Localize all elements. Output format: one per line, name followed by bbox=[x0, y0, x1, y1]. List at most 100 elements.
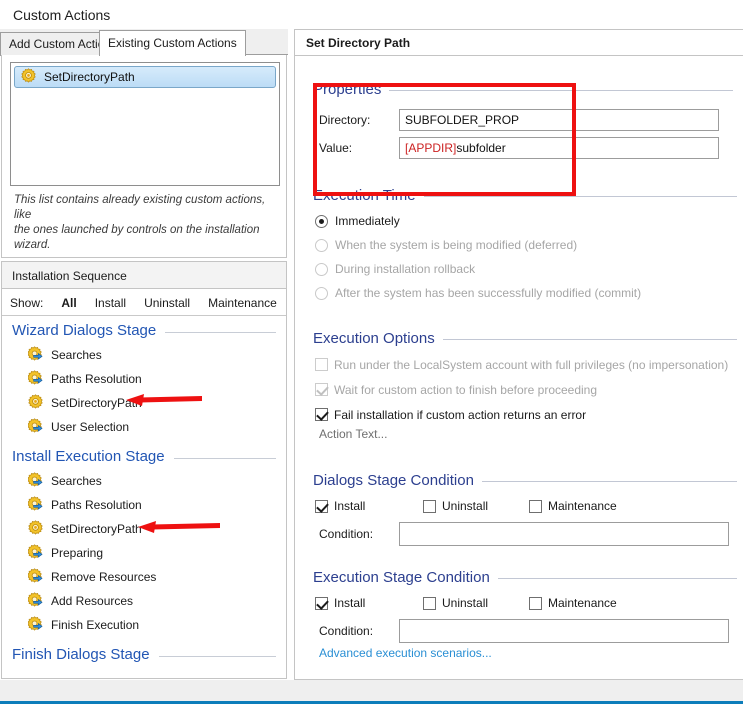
sequence-item-label: Paths Resolution bbox=[51, 498, 142, 512]
execution-condition-row: Condition: bbox=[295, 616, 743, 646]
gear-arrow-icon bbox=[27, 592, 43, 610]
left-panel: Add Custom Action Existing Custom Action… bbox=[0, 29, 288, 680]
checkbox-icon bbox=[315, 383, 328, 396]
sequence-item-label: Remove Resources bbox=[51, 570, 157, 584]
sequence-item-paths-resolution-exec[interactable]: Paths Resolution bbox=[2, 493, 286, 517]
sequence-item-remove-resources[interactable]: Remove Resources bbox=[2, 565, 286, 589]
group-header-properties: Properties bbox=[313, 78, 733, 100]
gear-arrow-icon bbox=[27, 370, 43, 388]
sequence-item-label: User Selection bbox=[51, 420, 130, 434]
dialogs-checkbox-uninstall[interactable]: Uninstall bbox=[423, 499, 529, 513]
sequence-item-label: Searches bbox=[51, 348, 102, 362]
radio-icon bbox=[315, 286, 328, 300]
show-filter-bar: Show: All Install Uninstall Maintenance bbox=[2, 290, 286, 316]
group-rule bbox=[497, 578, 737, 579]
stage-rule bbox=[173, 457, 276, 459]
sequence-item-finish-execution[interactable]: Finish Execution bbox=[2, 613, 286, 637]
right-panel-body: Properties Directory: SUBFOLDER_PROP Val… bbox=[295, 56, 743, 679]
sequence-item-searches-exec[interactable]: Searches bbox=[2, 469, 286, 493]
group-header-execution-time: Execution Time bbox=[313, 184, 737, 206]
sequence-item-paths-resolution[interactable]: Paths Resolution bbox=[2, 367, 286, 391]
execution-condition-label: Condition: bbox=[319, 624, 374, 638]
directory-label: Directory: bbox=[319, 113, 371, 127]
sequence-item-user-selection[interactable]: User Selection bbox=[2, 415, 286, 439]
group-title: Execution Time bbox=[313, 186, 416, 204]
gear-arrow-icon bbox=[27, 616, 43, 634]
radio-immediately[interactable]: Immediately bbox=[295, 209, 743, 233]
radio-commit: After the system has been successfully m… bbox=[295, 281, 743, 305]
checkbox-icon bbox=[529, 596, 542, 610]
group-rule bbox=[481, 481, 737, 482]
sequence-item-label: Finish Execution bbox=[51, 618, 140, 632]
radio-label: After the system has been successfully m… bbox=[335, 286, 642, 300]
checkbox-icon bbox=[315, 358, 328, 371]
checkbox-icon bbox=[423, 499, 436, 513]
sequence-item-add-resources[interactable]: Add Resources bbox=[2, 589, 286, 613]
dialogs-checkbox-maintenance[interactable]: Maintenance bbox=[529, 499, 617, 513]
sequence-item-searches[interactable]: Searches bbox=[2, 343, 286, 367]
advanced-execution-scenarios-link[interactable]: Advanced execution scenarios... bbox=[295, 646, 743, 668]
stage-rule bbox=[158, 655, 276, 657]
filter-all[interactable]: All bbox=[52, 296, 85, 310]
filter-maintenance[interactable]: Maintenance bbox=[199, 296, 286, 310]
sequence-item-label: SetDirectoryPath bbox=[51, 396, 142, 410]
gear-icon bbox=[28, 394, 43, 412]
radio-icon bbox=[315, 262, 328, 276]
sequence-item-preparing[interactable]: Preparing bbox=[2, 541, 286, 565]
group-header-execution-options: Execution Options bbox=[313, 327, 737, 349]
filter-install[interactable]: Install bbox=[86, 296, 135, 310]
checkbox-label: Install bbox=[334, 596, 366, 610]
sequence-item-label: SetDirectoryPath bbox=[51, 522, 142, 536]
radio-label: Immediately bbox=[335, 214, 400, 228]
installation-sequence-card: Installation Sequence Show: All Install … bbox=[1, 261, 287, 679]
dialogs-condition-input[interactable] bbox=[399, 522, 729, 546]
execution-condition-input[interactable] bbox=[399, 619, 729, 643]
stage-title: Install Execution Stage bbox=[12, 447, 165, 465]
checkbox-label: Uninstall bbox=[442, 499, 489, 513]
list-item-label: SetDirectoryPath bbox=[44, 70, 135, 84]
sequence-tree: Wizard Dialogs Stage Searches Paths Reso… bbox=[2, 317, 286, 678]
sequence-item-label: Paths Resolution bbox=[51, 372, 142, 386]
execution-checkbox-maintenance[interactable]: Maintenance bbox=[529, 596, 617, 610]
dialogs-condition-row: Condition: bbox=[295, 519, 743, 549]
checkbox-label: Run under the LocalSystem account with f… bbox=[334, 357, 729, 372]
existing-actions-card: SetDirectoryPath This list contains alre… bbox=[1, 55, 287, 258]
radio-deferred: When the system is being modified (defer… bbox=[295, 233, 743, 257]
checkbox-label: Wait for custom action to finish before … bbox=[334, 382, 598, 397]
custom-actions-window: Custom Actions Add Custom Action Existin… bbox=[0, 0, 743, 704]
checkbox-label: Maintenance bbox=[548, 596, 617, 610]
execution-checkbox-uninstall[interactable]: Uninstall bbox=[423, 596, 529, 610]
sequence-item-setdirectorypath-exec[interactable]: SetDirectoryPath bbox=[2, 517, 286, 541]
gear-icon bbox=[28, 520, 43, 538]
gear-arrow-icon bbox=[27, 568, 43, 586]
execution-checkbox-install[interactable]: Install bbox=[315, 596, 423, 610]
filter-uninstall[interactable]: Uninstall bbox=[135, 296, 199, 310]
group-title: Dialogs Stage Condition bbox=[313, 471, 474, 489]
execution-stage-triple-checkboxes: Install Uninstall Maintenance bbox=[295, 590, 743, 616]
checkbox-icon bbox=[529, 499, 542, 513]
list-item[interactable]: SetDirectoryPath bbox=[14, 66, 276, 88]
tab-existing-custom-actions[interactable]: Existing Custom Actions bbox=[99, 30, 246, 56]
sequence-item-setdirectorypath-dialogs[interactable]: SetDirectoryPath bbox=[2, 391, 286, 415]
dialogs-checkbox-install[interactable]: Install bbox=[315, 499, 423, 513]
directory-input[interactable]: SUBFOLDER_PROP bbox=[399, 109, 719, 131]
dialogs-condition-label: Condition: bbox=[319, 527, 374, 541]
custom-actions-listbox[interactable]: SetDirectoryPath bbox=[10, 62, 280, 186]
value-input[interactable]: [APPDIR] subfolder bbox=[399, 137, 719, 159]
group-header-execution-stage-condition: Execution Stage Condition bbox=[313, 566, 737, 588]
gear-arrow-icon bbox=[27, 544, 43, 562]
right-panel: Set Directory Path Properties Directory:… bbox=[294, 29, 743, 680]
radio-icon bbox=[315, 214, 328, 228]
checkbox-label: Fail installation if custom action retur… bbox=[334, 407, 587, 422]
value-token: [APPDIR] bbox=[405, 141, 457, 155]
checkbox-icon bbox=[315, 408, 328, 421]
checkbox-localsystem: Run under the LocalSystem account with f… bbox=[295, 352, 743, 377]
gear-arrow-icon bbox=[27, 346, 43, 364]
checkbox-label: Install bbox=[334, 499, 366, 513]
group-title: Execution Options bbox=[313, 329, 435, 347]
stage-title: Wizard Dialogs Stage bbox=[12, 321, 157, 339]
checkbox-fail-install[interactable]: Fail installation if custom action retur… bbox=[295, 402, 743, 427]
gear-arrow-icon bbox=[27, 472, 43, 490]
action-text-link[interactable]: Action Text... bbox=[295, 427, 743, 449]
right-panel-title: Set Directory Path bbox=[295, 30, 743, 56]
